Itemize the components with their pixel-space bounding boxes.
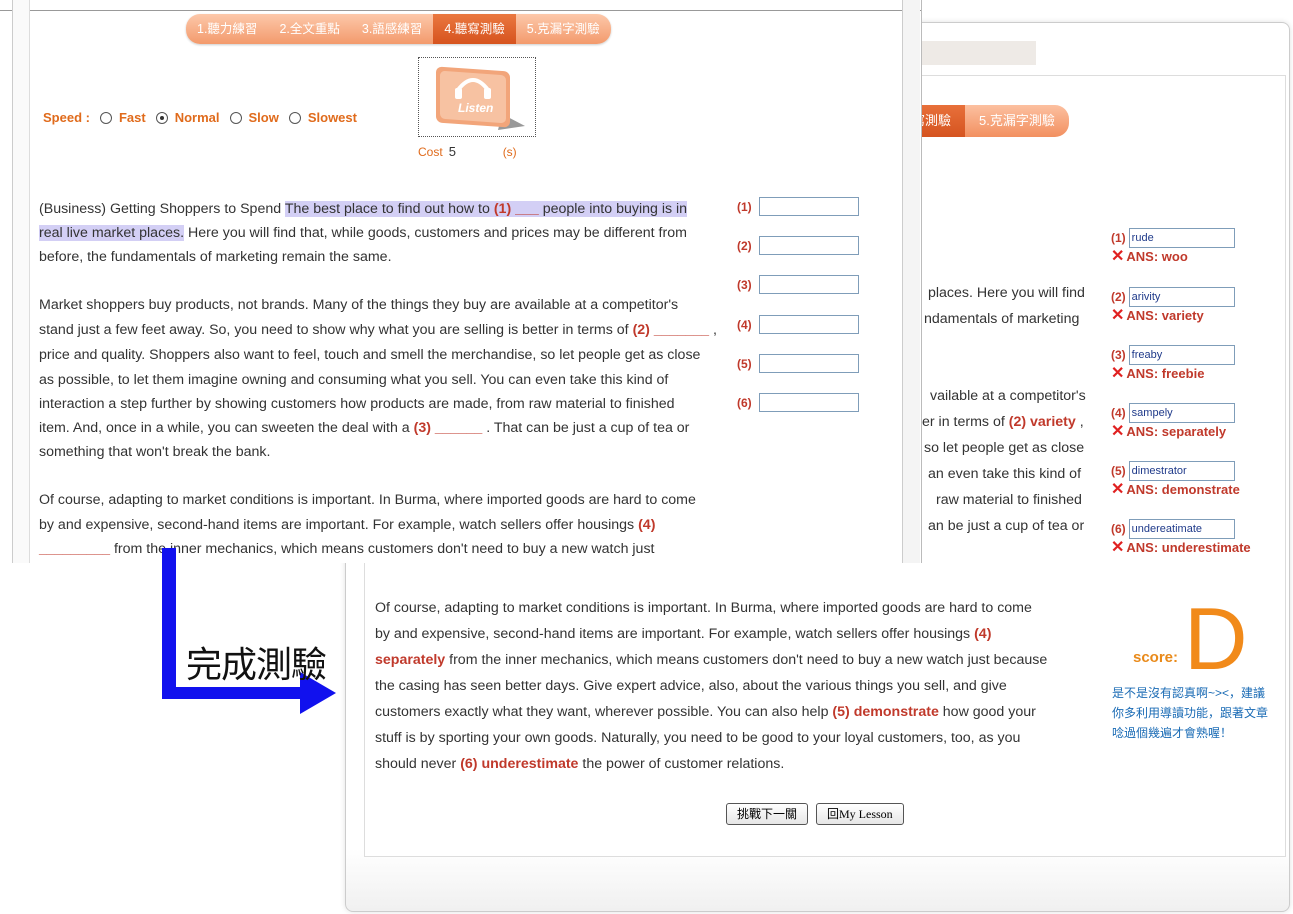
result-text-line: an even take this kind of [928, 466, 1082, 482]
score-comment: 是不是沒有認真啊~><，建議你多利用導讀功能，跟著文章唸過個幾遍才會熟喔！ [1112, 686, 1269, 740]
tab-dictation-test[interactable]: 4.聽寫測驗 [433, 14, 516, 44]
passage-line: _________ from the inner mechanics, whic… [39, 541, 655, 557]
answer-field-4: sampely [1128, 403, 1235, 423]
result-text-line: ndamentals of marketing [924, 311, 1080, 327]
filled-blank-2: (2) variety [1008, 414, 1076, 430]
panel-left-edge [12, 0, 30, 563]
answer-input-2[interactable] [759, 236, 859, 255]
result-buttons: 挑戰下一關 回My Lesson [726, 803, 904, 825]
passage-line: as possible, to let them imagine owning … [39, 372, 669, 388]
passage-line: Of course, adapting to market conditions… [39, 492, 696, 508]
answer-field-1: rude [1128, 228, 1235, 248]
blank-4: _________ [39, 541, 111, 557]
tab-cloze-test[interactable]: 5.克漏字測驗 [515, 14, 611, 44]
screenshot-stage: 寫測驗 5.克漏字測驗 places. Here you will find n… [0, 0, 1293, 914]
answer-item-1: (1) rude ✕ ANS: woo [1111, 228, 1281, 266]
blank-1: (1) ___ [493, 201, 539, 217]
speed-label: Speed : [43, 110, 90, 125]
question-row-1: (1) [737, 197, 859, 216]
blank-2: (2) _______ [632, 322, 710, 338]
score-grade: D [1184, 589, 1248, 688]
result-text-line: Of course, adapting to market conditions… [375, 600, 1032, 616]
question-row-5: (5) [737, 354, 859, 373]
blank-3: (3) ______ [413, 420, 483, 436]
question-row-6: (6) [737, 393, 859, 412]
speed-normal-radio[interactable] [155, 111, 168, 124]
cost-field: 5 [448, 144, 456, 159]
score-label: score: [1133, 649, 1179, 666]
passage-line: item. And, once in a while, you can swee… [39, 420, 690, 436]
passage-line: Market shoppers buy products, not brands… [39, 297, 679, 313]
result-text-line: raw material to finished [936, 492, 1082, 508]
result-text-line: customers exactly what they want, wherev… [375, 704, 1036, 720]
wrong-icon: ✕ [1111, 481, 1125, 498]
result-text-line: vailable at a competitor's [930, 388, 1086, 404]
passage-line: real live market places. Here you will f… [39, 225, 687, 241]
wrong-icon: ✕ [1111, 365, 1125, 382]
flow-arrow-label: 完成測驗 [186, 645, 327, 686]
answer-field-5: dimestrator [1128, 461, 1235, 481]
wrong-icon: ✕ [1111, 307, 1125, 324]
answer-input-6[interactable] [759, 393, 859, 412]
wrong-icon: ✕ [1111, 248, 1125, 265]
back-to-lesson-button[interactable]: 回My Lesson [816, 803, 904, 825]
question-row-3: (3) [737, 275, 859, 294]
question-row-2: (2) [737, 236, 859, 255]
speed-slowest-radio[interactable] [288, 111, 301, 124]
answer-input-5[interactable] [759, 354, 859, 373]
answer-item-3: (3) freaby ✕ ANS: freebie [1111, 345, 1281, 383]
speed-selector: Speed : Fast Normal Slow Slowest [43, 110, 357, 125]
result-text-line: stuff is by sporting your own goods. Nat… [375, 730, 1021, 746]
result-text-line: an be just a cup of tea or [928, 518, 1085, 534]
cost-display: Cost 5 (s) [418, 144, 517, 159]
result-text-line: by and expensive, second-hand items are … [375, 626, 992, 642]
result-tab-bar: 寫測驗 5.克漏字測驗 [906, 105, 1069, 137]
scrollbar[interactable] [902, 0, 920, 563]
tab-cloze-test[interactable]: 5.克漏字測驗 [965, 105, 1069, 137]
result-text-line: the casing has seen better days. Give ex… [375, 678, 1007, 694]
passage-line: price and quality. Shoppers also want to… [39, 347, 701, 363]
filled-blank-5: (5) demonstrate [832, 704, 939, 720]
answer-input-4[interactable] [759, 315, 859, 334]
question-row-4: (4) [737, 315, 859, 334]
result-text-line: separately from the inner mechanics, whi… [375, 652, 1048, 668]
passage-line: something that won't break the bank. [39, 444, 271, 460]
result-text-line: er in terms of (2) variety , [922, 414, 1084, 430]
wrong-icon: ✕ [1111, 539, 1125, 556]
answer-field-6: undereatimate [1128, 519, 1235, 539]
result-text-line: so let people get as close [924, 440, 1085, 456]
tab-key-points[interactable]: 2.全文重點 [268, 14, 351, 44]
answer-input-1[interactable] [759, 197, 859, 216]
passage-line: stand just a few feet away. So, you need… [39, 322, 717, 338]
answer-item-4: (4) sampely ✕ ANS: separately [1111, 403, 1281, 441]
speed-slow-radio[interactable] [229, 111, 242, 124]
result-text-line: places. Here you will find [928, 285, 1085, 301]
flow-arrow-shaft [162, 687, 302, 699]
tab-listening-practice[interactable]: 1.聽力練習 [186, 14, 269, 44]
filled-blank-6: (6) underestimate [460, 756, 579, 772]
passage-line: (Business) Getting Shoppers to Spend The… [39, 201, 688, 217]
wrong-icon: ✕ [1111, 423, 1125, 440]
quiz-panel: 1.聽力練習 2.全文重點 3.語感練習 4.聽寫測驗 5.克漏字測驗 Spee… [0, 0, 922, 563]
answer-field-3: freaby [1128, 345, 1235, 365]
svg-text:Listen: Listen [458, 101, 493, 115]
flow-arrow-shaft [162, 548, 176, 698]
passage-line: interaction a step further by showing cu… [39, 396, 675, 412]
result-header-bar [916, 41, 1036, 65]
tab-language-practice[interactable]: 3.語感練習 [350, 14, 434, 44]
passage-line: by and expensive, second-hand items are … [39, 517, 656, 533]
answer-item-5: (5) dimestrator ✕ ANS: demonstrate [1111, 461, 1281, 499]
speed-fast-radio[interactable] [99, 111, 112, 124]
quiz-tab-bar: 1.聽力練習 2.全文重點 3.語感練習 4.聽寫測驗 5.克漏字測驗 [186, 14, 611, 44]
passage-line: before, the fundamentals of marketing re… [39, 249, 392, 265]
listen-icon[interactable]: Listen [430, 64, 525, 132]
answer-input-3[interactable] [759, 275, 859, 294]
filled-blank-4: separately [375, 652, 446, 668]
result-text-line: should never (6) underestimate the power… [375, 756, 785, 772]
divider [0, 10, 921, 11]
answer-item-6: (6) undereatimate ✕ ANS: underestimate [1111, 519, 1281, 557]
answer-field-2: arivity [1128, 287, 1235, 307]
answer-item-2: (2) arivity ✕ ANS: variety [1111, 287, 1281, 325]
next-challenge-button[interactable]: 挑戰下一關 [726, 803, 809, 825]
